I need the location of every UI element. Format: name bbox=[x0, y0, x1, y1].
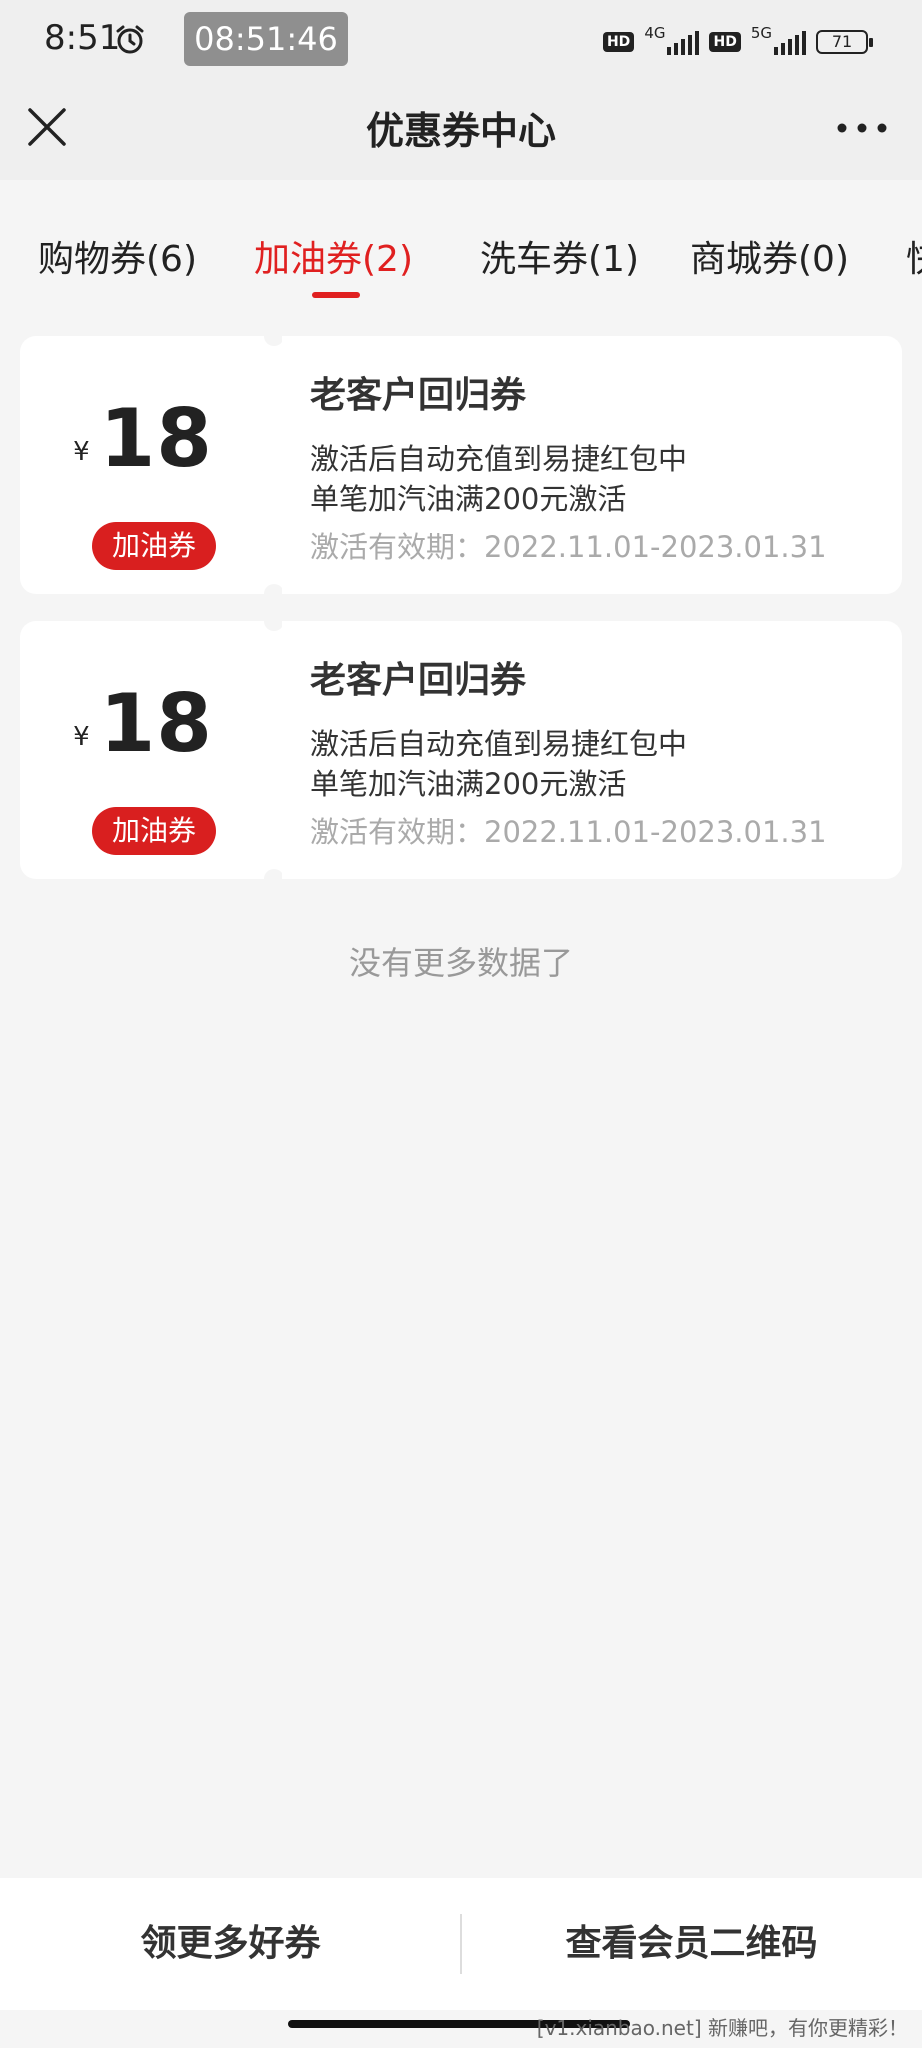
tab-carwash[interactable]: 洗车券(1) bbox=[480, 230, 639, 282]
coupon-desc-line1: 激活后自动充值到易捷红包中 bbox=[310, 727, 688, 761]
coupon-price: ¥18 bbox=[20, 677, 266, 770]
member-qrcode-button[interactable]: 查看会员二维码 bbox=[461, 1878, 922, 2010]
network-4g-label: 4G bbox=[644, 24, 666, 42]
currency-symbol: ¥ bbox=[73, 722, 90, 752]
page-title: 优惠券中心 bbox=[365, 109, 556, 153]
coupon-info-panel: 老客户回归券 激活后自动充值到易捷红包中 单笔加汽油满200元激活 激活有效期：… bbox=[282, 336, 902, 594]
coupon-validity: 激活有效期：2022.11.01-2023.01.31 bbox=[310, 530, 827, 564]
active-tab-indicator bbox=[312, 292, 360, 298]
tab-more[interactable]: 快 bbox=[906, 230, 922, 282]
coupon-notch-bottom bbox=[264, 584, 284, 604]
coupon-value-panel: ¥18 加油券 bbox=[20, 621, 266, 879]
bottom-action-bar: 领更多好券 查看会员二维码 bbox=[0, 1878, 922, 2010]
alarm-icon bbox=[116, 25, 144, 54]
hd-badge: HD bbox=[602, 32, 635, 52]
tab-fuel[interactable]: 加油券(2) bbox=[254, 230, 413, 282]
coupon-notch-bottom bbox=[264, 869, 284, 889]
coupon-notch-top bbox=[264, 326, 284, 346]
coupon-desc-line1: 激活后自动充值到易捷红包中 bbox=[310, 442, 688, 476]
coupon-desc-line2: 单笔加汽油满200元激活 bbox=[310, 482, 627, 516]
status-bar: 8:51 08:51:46 HD 4G HD 5G 71 bbox=[0, 0, 922, 80]
watermark-text: [v1.xianbao.net] 新赚吧，有你更精彩！ bbox=[536, 2016, 908, 2040]
coupon-card[interactable]: ¥18 加油券 老客户回归券 激活后自动充值到易捷红包中 单笔加汽油满200元激… bbox=[20, 326, 902, 604]
coupon-amount: 18 bbox=[99, 392, 213, 485]
coupon-info-panel: 老客户回归券 激活后自动充值到易捷红包中 单笔加汽油满200元激活 激活有效期：… bbox=[282, 621, 902, 879]
get-more-coupons-button[interactable]: 领更多好券 bbox=[0, 1878, 461, 2010]
tab-bar: 购物券(6) 加油券(2) 洗车券(1) 商城券(0) 快 bbox=[0, 180, 922, 310]
coupon-type-badge: 加油券 bbox=[92, 522, 216, 570]
coupon-value-panel: ¥18 加油券 bbox=[20, 336, 266, 594]
coupon-divider bbox=[266, 621, 282, 879]
signal-icon bbox=[667, 29, 700, 55]
status-time: 8:51 bbox=[44, 18, 121, 58]
coupon-desc-line2: 单笔加汽油满200元激活 bbox=[310, 767, 627, 801]
coupon-price: ¥18 bbox=[20, 392, 266, 485]
coupon-card[interactable]: ¥18 加油券 老客户回归券 激活后自动充值到易捷红包中 单笔加汽油满200元激… bbox=[20, 611, 902, 889]
battery-icon: 71 bbox=[816, 30, 873, 54]
more-icon[interactable] bbox=[836, 118, 888, 138]
coupon-divider bbox=[266, 336, 282, 594]
coupon-validity: 激活有效期：2022.11.01-2023.01.31 bbox=[310, 815, 827, 849]
coupon-notch-top bbox=[264, 611, 284, 631]
floating-clock: 08:51:46 bbox=[184, 12, 348, 66]
coupon-type-badge: 加油券 bbox=[92, 807, 216, 855]
hd-badge-2: HD bbox=[709, 32, 741, 52]
coupon-amount: 18 bbox=[99, 677, 213, 770]
network-5g-label: 5G bbox=[750, 24, 772, 42]
signal-icon-2 bbox=[774, 29, 806, 55]
tab-shopping[interactable]: 购物券(6) bbox=[38, 230, 197, 282]
tab-mall[interactable]: 商城券(0) bbox=[690, 230, 849, 282]
header: 优惠券中心 bbox=[0, 80, 922, 180]
coupon-title: 老客户回归券 bbox=[310, 660, 527, 701]
currency-symbol: ¥ bbox=[73, 437, 90, 467]
coupon-title: 老客户回归券 bbox=[310, 375, 527, 416]
no-more-data-text: 没有更多数据了 bbox=[348, 944, 573, 982]
status-indicators: HD 4G HD 5G 71 bbox=[602, 22, 873, 62]
